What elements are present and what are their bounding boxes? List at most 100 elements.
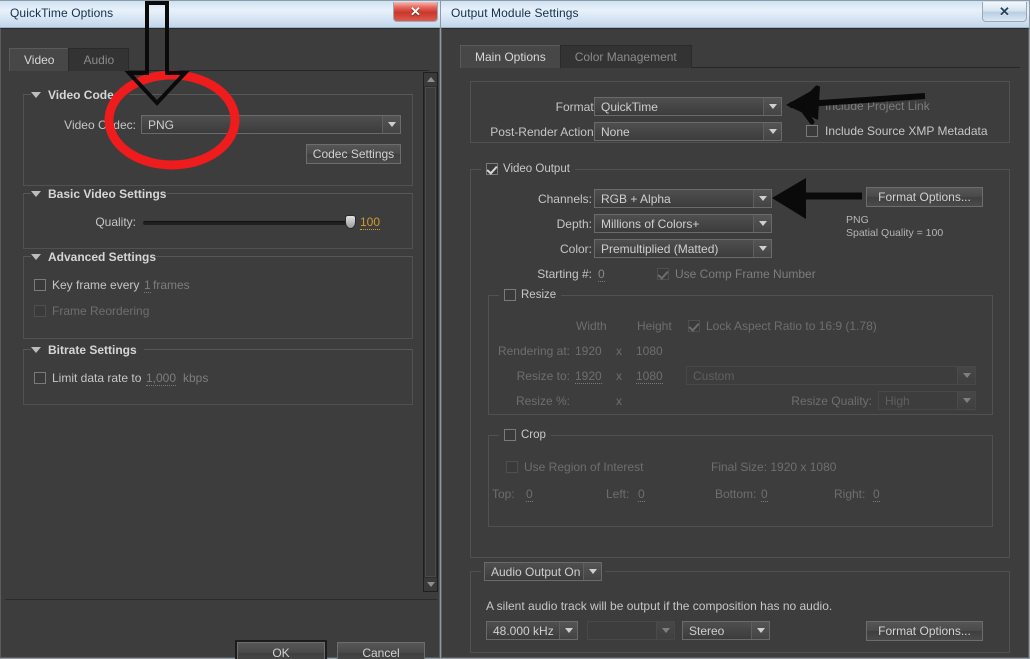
lock-aspect-ratio-checkbox[interactable] [688,320,700,332]
chevron-down-icon[interactable] [763,123,781,140]
resize-quality-dropdown[interactable]: High [878,391,976,410]
resize-to-label: Resize to: [516,369,570,383]
chevron-down-icon[interactable] [382,116,400,133]
format-dropdown[interactable]: QuickTime [594,97,782,116]
key-frame-every-value[interactable]: 1 [144,278,151,293]
video-format-options-button[interactable]: Format Options... [866,187,983,207]
use-region-of-interest-label: Use Region of Interest [524,460,644,474]
resize-checkbox[interactable] [504,289,516,301]
audio-format-options-button[interactable]: Format Options... [866,621,983,641]
resize-preset-dropdown[interactable]: Custom [686,366,976,385]
crop-group: Crop [488,429,993,527]
bitrate-divider [144,349,413,350]
crop-right-value[interactable]: 0 [873,487,880,502]
tab-color-management[interactable]: Color Management [559,45,692,68]
codec-settings-button[interactable]: Codec Settings [306,144,401,164]
chevron-down-icon[interactable] [957,367,975,384]
resize-percent-x: x [616,394,622,408]
tab-main-options[interactable]: Main Options [460,45,561,68]
chevron-down-icon[interactable] [753,240,771,257]
video-codec-group [23,94,413,186]
crop-group-label: Crop [499,429,551,441]
crop-left-value[interactable]: 0 [638,487,645,502]
depth-dropdown[interactable]: Millions of Colors+ [594,214,772,233]
chevron-down-icon[interactable] [656,622,674,639]
chevron-down-icon[interactable] [559,622,577,639]
resize-preset-value: Custom [693,368,735,383]
video-output-group-label: Video Output [481,163,575,175]
audio-sample-rate-dropdown[interactable]: 48.000 kHz [486,621,578,640]
output-module-settings-window[interactable]: Output Module Settings ✕ Main Options Co… [440,0,1030,659]
scroll-up-icon[interactable] [424,73,437,86]
channels-dropdown-value: RGB + Alpha [601,191,671,206]
use-comp-frame-number-checkbox[interactable] [657,268,669,280]
post-render-action-value: None [601,124,630,139]
resize-to-x: x [616,369,622,383]
resize-to-width[interactable]: 1920 [575,369,602,384]
audio-channels-dropdown[interactable]: Stereo [682,621,770,640]
chevron-down-icon[interactable] [751,622,769,639]
audio-output-group-label: Audio Output On [481,562,605,581]
output-module-body: Main Options Color Management Format: Qu… [441,28,1029,658]
scroll-down-icon[interactable] [424,578,437,591]
limit-data-rate-checkbox[interactable] [34,372,46,384]
use-region-of-interest-checkbox[interactable] [506,461,518,473]
include-project-link-checkbox[interactable] [806,100,818,112]
chevron-down-icon[interactable] [753,190,771,207]
chevron-down-icon[interactable] [753,215,771,232]
ok-button[interactable]: OK [235,640,327,659]
frame-reordering-checkbox[interactable] [34,305,46,317]
depth-dropdown-value: Millions of Colors+ [601,216,700,231]
quicktime-options-window[interactable]: QuickTime Options ✕ Video Audio Video Co… [0,0,441,659]
audio-output-toggle-value: Audio Output On [491,564,581,579]
depth-label: Depth: [556,217,592,231]
key-frame-every-checkbox[interactable] [34,279,46,291]
include-xmp-metadata-checkbox[interactable] [806,125,818,137]
quality-slider-thumb[interactable] [345,215,356,229]
chevron-down-icon[interactable] [583,563,601,580]
resize-group-label: Resize [499,289,562,301]
resize-to-height[interactable]: 1080 [636,369,663,384]
crop-checkbox[interactable] [504,429,516,441]
close-icon[interactable]: ✕ [982,2,1027,22]
chevron-down-icon[interactable] [957,392,975,409]
cancel-button[interactable]: Cancel [337,642,425,659]
final-size-label: Final Size: 1920 x 1080 [711,460,837,474]
channels-dropdown[interactable]: RGB + Alpha [594,189,772,208]
limit-data-rate-label: Limit data rate to [52,371,142,385]
use-comp-frame-number-label: Use Comp Frame Number [675,267,816,281]
quality-slider-track[interactable] [143,221,348,225]
color-label: Color: [559,242,592,256]
audio-channels-value: Stereo [689,623,725,638]
scrollbar-thumb[interactable] [425,87,436,577]
close-icon[interactable]: ✕ [393,2,438,22]
basic-video-divider [167,193,413,194]
video-output-checkbox[interactable] [486,163,498,175]
advanced-divider-left [23,256,31,257]
color-dropdown[interactable]: Premultiplied (Matted) [594,239,772,258]
output-module-title: Output Module Settings [451,6,579,20]
quicktime-title: QuickTime Options [10,6,114,20]
post-render-action-dropdown[interactable]: None [594,122,782,141]
format-info-line-2: Spatial Quality = 100 [846,227,944,239]
quicktime-scrollbar[interactable] [423,72,438,592]
limit-data-rate-value[interactable]: 1,000 [146,371,177,386]
starting-number-value[interactable]: 0 [598,267,605,282]
audio-output-toggle[interactable]: Audio Output On [484,562,602,581]
video-codec-dropdown[interactable]: PNG [141,115,401,134]
audio-bit-depth-dropdown[interactable] [587,621,675,640]
basic-video-divider-left [23,193,31,194]
quality-label: Quality: [95,215,136,229]
key-frame-every-units: frames [153,278,190,292]
crop-top-label: Top: [492,487,515,501]
tab-video[interactable]: Video [9,48,70,71]
quicktime-titlebar[interactable]: QuickTime Options ✕ [0,1,440,28]
output-module-titlebar[interactable]: Output Module Settings ✕ [441,1,1029,28]
chevron-down-icon[interactable] [763,98,781,115]
crop-top-value[interactable]: 0 [526,487,533,502]
tab-audio[interactable]: Audio [68,48,130,71]
crop-left-label: Left: [606,487,630,501]
video-codec-label: Video Codec: [64,118,136,132]
quality-value[interactable]: 100 [360,215,381,230]
crop-bottom-value[interactable]: 0 [761,487,768,502]
